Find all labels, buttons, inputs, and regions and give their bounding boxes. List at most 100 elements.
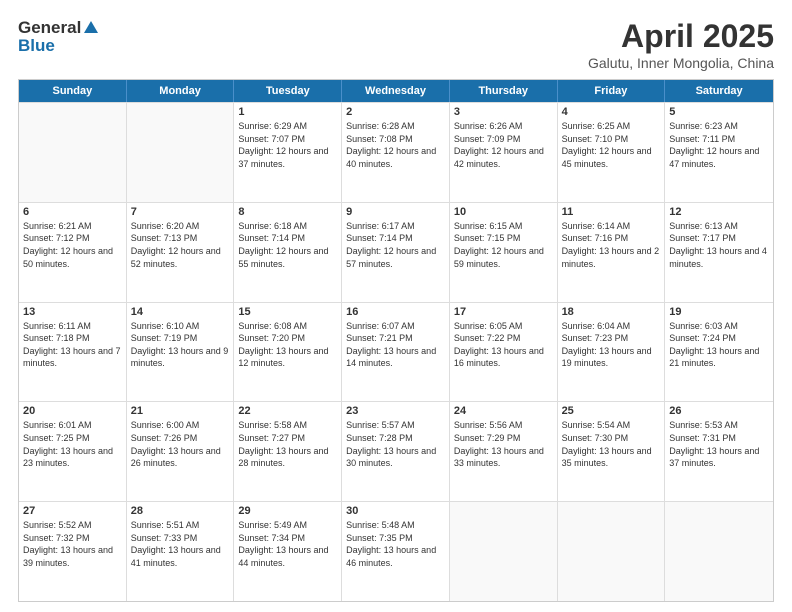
calendar-cell: 30Sunrise: 5:48 AMSunset: 7:35 PMDayligh… [342,502,450,601]
calendar-row: 20Sunrise: 6:01 AMSunset: 7:25 PMDayligh… [19,401,773,501]
cell-info: Sunrise: 6:03 AMSunset: 7:24 PMDaylight:… [669,320,769,370]
weekday-header: Monday [127,80,235,102]
day-number: 2 [346,106,445,118]
weekday-header: Friday [558,80,666,102]
weekday-header: Tuesday [234,80,342,102]
day-number: 21 [131,405,230,417]
cell-info: Sunrise: 6:00 AMSunset: 7:26 PMDaylight:… [131,419,230,469]
calendar-cell: 23 Sunrise: 5:57 AMSunset: 7:28 PMDayligh… [342,402,450,501]
title-area: April 2025 Galutu, Inner Mongolia, China [588,18,774,71]
calendar-cell: 16Sunrise: 6:07 AMSunset: 7:21 PMDayligh… [342,303,450,402]
logo-icon [82,19,100,37]
calendar-cell: 28 Sunrise: 5:51 AMSunset: 7:33 PMDayligh… [127,502,235,601]
cell-info: Sunrise: 6:23 AMSunset: 7:11 PMDaylight:… [669,120,769,170]
cell-info: Sunrise: 5:48 AMSunset: 7:35 PMDaylight:… [346,519,445,569]
calendar-cell: 14Sunrise: 6:10 AMSunset: 7:19 PMDayligh… [127,303,235,402]
day-number: 1 [238,106,337,118]
calendar-cell: 21 Sunrise: 6:00 AMSunset: 7:26 PMDayligh… [127,402,235,501]
cell-info: Sunrise: 6:20 AMSunset: 7:13 PMDaylight:… [131,220,230,270]
calendar-cell: 7 Sunrise: 6:20 AMSunset: 7:13 PMDaylight… [127,203,235,302]
cell-info: Sunrise: 5:52 AMSunset: 7:32 PMDaylight:… [23,519,122,569]
calendar-cell: 17 Sunrise: 6:05 AMSunset: 7:22 PMDayligh… [450,303,558,402]
day-number: 19 [669,306,769,318]
location: Galutu, Inner Mongolia, China [588,55,774,71]
cell-info: Sunrise: 5:53 AMSunset: 7:31 PMDaylight:… [669,419,769,469]
day-number: 25 [562,405,661,417]
calendar-cell: 1 Sunrise: 6:29 AMSunset: 7:07 PMDaylight… [234,103,342,202]
calendar-cell: 2 Sunrise: 6:28 AMSunset: 7:08 PMDaylight… [342,103,450,202]
day-number: 13 [23,306,122,318]
day-number: 5 [669,106,769,118]
calendar-cell: 15Sunrise: 6:08 AMSunset: 7:20 PMDayligh… [234,303,342,402]
calendar-cell: 5 Sunrise: 6:23 AMSunset: 7:11 PMDaylight… [665,103,773,202]
cell-info: Sunrise: 6:13 AMSunset: 7:17 PMDaylight:… [669,220,769,270]
weekday-header: Wednesday [342,80,450,102]
calendar-cell [665,502,773,601]
calendar-row: 13 Sunrise: 6:11 AMSunset: 7:18 PMDayligh… [19,302,773,402]
weekday-header: Thursday [450,80,558,102]
calendar-cell [450,502,558,601]
calendar-cell [558,502,666,601]
calendar-body: 1 Sunrise: 6:29 AMSunset: 7:07 PMDaylight… [19,102,773,601]
day-number: 9 [346,206,445,218]
cell-info: Sunrise: 5:58 AMSunset: 7:27 PMDaylight:… [238,419,337,469]
calendar-header: SundayMondayTuesdayWednesdayThursdayFrid… [19,80,773,102]
weekday-header: Sunday [19,80,127,102]
header: General Blue April 2025 Galutu, Inner Mo… [18,18,774,71]
cell-info: Sunrise: 6:14 AMSunset: 7:16 PMDaylight:… [562,220,661,270]
cell-info: Sunrise: 6:26 AMSunset: 7:09 PMDaylight:… [454,120,553,170]
calendar-row: 6 Sunrise: 6:21 AMSunset: 7:12 PMDaylight… [19,202,773,302]
calendar-cell: 12Sunrise: 6:13 AMSunset: 7:17 PMDayligh… [665,203,773,302]
calendar-cell: 4 Sunrise: 6:25 AMSunset: 7:10 PMDaylight… [558,103,666,202]
calendar-cell: 19 Sunrise: 6:03 AMSunset: 7:24 PMDayligh… [665,303,773,402]
day-number: 18 [562,306,661,318]
calendar-cell: 24Sunrise: 5:56 AMSunset: 7:29 PMDayligh… [450,402,558,501]
calendar-page: General Blue April 2025 Galutu, Inner Mo… [0,0,792,612]
weekday-header: Saturday [665,80,773,102]
day-number: 15 [238,306,337,318]
cell-info: Sunrise: 6:11 AMSunset: 7:18 PMDaylight:… [23,320,122,370]
logo-general: General [18,18,81,38]
cell-info: Sunrise: 6:21 AMSunset: 7:12 PMDaylight:… [23,220,122,270]
day-number: 3 [454,106,553,118]
day-number: 23 [346,405,445,417]
day-number: 26 [669,405,769,417]
day-number: 17 [454,306,553,318]
cell-info: Sunrise: 6:15 AMSunset: 7:15 PMDaylight:… [454,220,553,270]
calendar-cell: 13 Sunrise: 6:11 AMSunset: 7:18 PMDayligh… [19,303,127,402]
calendar-row: 1 Sunrise: 6:29 AMSunset: 7:07 PMDaylight… [19,102,773,202]
logo: General Blue [18,18,101,56]
cell-info: Sunrise: 6:29 AMSunset: 7:07 PMDaylight:… [238,120,337,170]
calendar-cell: 27Sunrise: 5:52 AMSunset: 7:32 PMDayligh… [19,502,127,601]
calendar-cell: 20Sunrise: 6:01 AMSunset: 7:25 PMDayligh… [19,402,127,501]
calendar-cell: 3 Sunrise: 6:26 AMSunset: 7:09 PMDaylight… [450,103,558,202]
day-number: 4 [562,106,661,118]
cell-info: Sunrise: 6:18 AMSunset: 7:14 PMDaylight:… [238,220,337,270]
cell-info: Sunrise: 6:01 AMSunset: 7:25 PMDaylight:… [23,419,122,469]
calendar-cell [19,103,127,202]
cell-info: Sunrise: 6:04 AMSunset: 7:23 PMDaylight:… [562,320,661,370]
day-number: 8 [238,206,337,218]
cell-info: Sunrise: 5:51 AMSunset: 7:33 PMDaylight:… [131,519,230,569]
cell-info: Sunrise: 5:57 AMSunset: 7:28 PMDaylight:… [346,419,445,469]
calendar-cell: 22Sunrise: 5:58 AMSunset: 7:27 PMDayligh… [234,402,342,501]
day-number: 7 [131,206,230,218]
calendar-cell: 26 Sunrise: 5:53 AMSunset: 7:31 PMDayligh… [665,402,773,501]
day-number: 29 [238,505,337,517]
cell-info: Sunrise: 6:25 AMSunset: 7:10 PMDaylight:… [562,120,661,170]
calendar-cell: 29Sunrise: 5:49 AMSunset: 7:34 PMDayligh… [234,502,342,601]
calendar-cell: 6 Sunrise: 6:21 AMSunset: 7:12 PMDaylight… [19,203,127,302]
logo-blue: Blue [18,36,55,56]
calendar: SundayMondayTuesdayWednesdayThursdayFrid… [18,79,774,602]
cell-info: Sunrise: 6:28 AMSunset: 7:08 PMDaylight:… [346,120,445,170]
day-number: 14 [131,306,230,318]
calendar-cell: 18 Sunrise: 6:04 AMSunset: 7:23 PMDayligh… [558,303,666,402]
calendar-cell: 9Sunrise: 6:17 AMSunset: 7:14 PMDaylight… [342,203,450,302]
day-number: 6 [23,206,122,218]
day-number: 24 [454,405,553,417]
cell-info: Sunrise: 6:05 AMSunset: 7:22 PMDaylight:… [454,320,553,370]
calendar-cell [127,103,235,202]
day-number: 28 [131,505,230,517]
day-number: 10 [454,206,553,218]
day-number: 11 [562,206,661,218]
